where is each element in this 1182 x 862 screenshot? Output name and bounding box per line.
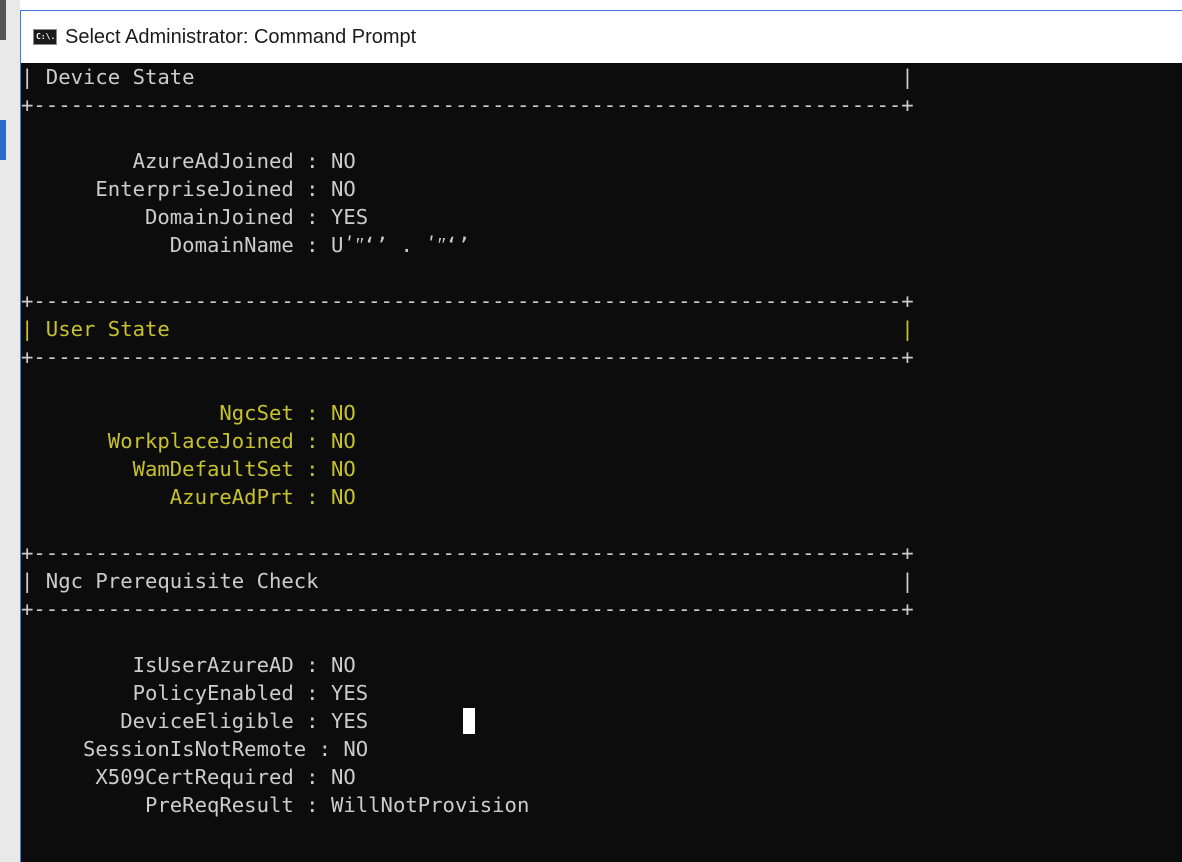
background-fragment	[0, 120, 6, 160]
console-line-section-header: | Device State |	[21, 65, 914, 89]
console-output[interactable]: | Device State | +----------------------…	[21, 63, 1182, 862]
console-line-isuserazuread: IsUserAzureAD : NO	[21, 653, 356, 677]
console-line-wamdefaultset: WamDefaultSet : NO	[21, 457, 356, 481]
console-line-section-header: | Ngc Prerequisite Check |	[21, 569, 914, 593]
console-line-separator: +---------------------------------------…	[21, 541, 914, 565]
text-cursor	[463, 708, 475, 734]
console-line-enterprisejoined: EnterpriseJoined : NO	[21, 177, 356, 201]
console-line-policyenabled: PolicyEnabled : YES	[21, 681, 369, 705]
console-line-section-header: | User State |	[21, 317, 914, 341]
title-bar[interactable]: C:\. Select Administrator: Command Promp…	[21, 11, 1182, 63]
console-line-separator: +---------------------------------------…	[21, 289, 914, 313]
console-line-domainname: DomainName : Uʹʺʻʼ . ʹʺʻʼ	[21, 233, 470, 257]
console-line-sessionisnotremote: SessionIsNotRemote : NO	[21, 737, 369, 761]
console-line-x509certrequired: X509CertRequired : NO	[21, 765, 356, 789]
console-line-separator: +---------------------------------------…	[21, 93, 914, 117]
console-line-azureadjoined: AzureAdJoined : NO	[21, 149, 356, 173]
console-line-domainjoined: DomainJoined : YES	[21, 205, 369, 229]
console-line-azureadprt: AzureAdPrt : NO	[21, 485, 356, 509]
console-line-separator: +---------------------------------------…	[21, 597, 914, 621]
console-line-ngcset: NgcSet : NO	[21, 401, 356, 425]
cmd-icon: C:\.	[33, 29, 57, 45]
command-prompt-window[interactable]: C:\. Select Administrator: Command Promp…	[20, 10, 1182, 862]
console-line-prereqresult: PreReqResult : WillNotProvision	[21, 793, 530, 817]
window-title: Select Administrator: Command Prompt	[65, 25, 417, 48]
console-line-separator: +---------------------------------------…	[21, 345, 914, 369]
background-desktop	[0, 0, 20, 862]
console-line-deviceeligible: DeviceEligible : YES	[21, 709, 369, 733]
background-fragment	[0, 0, 6, 40]
console-line-workplacejoined: WorkplaceJoined : NO	[21, 429, 356, 453]
